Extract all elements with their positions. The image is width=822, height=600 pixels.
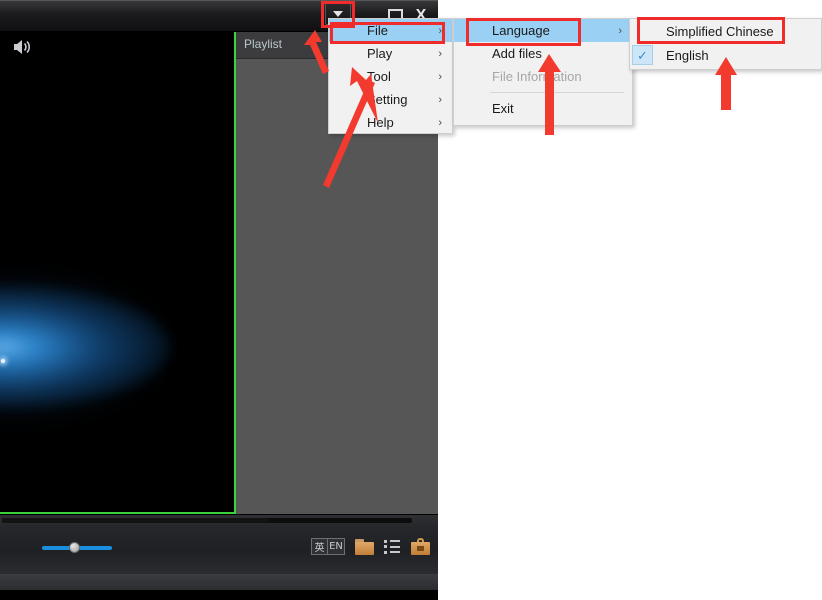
seek-bar-fill: [2, 518, 268, 523]
menu-item-file-information: File Information: [454, 65, 632, 88]
menu-item-label: File: [367, 23, 388, 38]
chevron-right-icon: ›: [438, 24, 442, 37]
screenshot-root: X Playlist 英 EN File › Play › Tool › Set…: [0, 0, 822, 600]
menu-item-simplified-chinese[interactable]: Simplified Chinese: [630, 19, 821, 43]
chevron-right-icon: ›: [438, 93, 442, 106]
toolbox-icon[interactable]: [411, 538, 430, 555]
chevron-down-icon: [333, 11, 343, 17]
seek-bar[interactable]: [2, 518, 412, 523]
menu-item-label: Language: [492, 23, 550, 38]
list-row: [384, 545, 401, 548]
menu-item-exit[interactable]: Exit: [454, 97, 632, 120]
menu-item-label: Help: [367, 115, 394, 130]
chevron-right-icon: ›: [438, 116, 442, 129]
language-submenu: Simplified Chinese ✓ English: [629, 18, 822, 70]
main-menu: File › Play › Tool › Setting › Help ›: [328, 18, 453, 134]
language-switch-button[interactable]: 英 EN: [311, 538, 345, 555]
menu-item-label: Add files: [492, 46, 542, 61]
toolbox-body: [411, 542, 430, 555]
folder-body: [355, 541, 374, 555]
checkmark-icon: ✓: [632, 45, 653, 65]
ime-english-icon: EN: [328, 538, 345, 555]
menu-item-label: English: [666, 47, 709, 63]
menu-item-label: File Information: [492, 69, 582, 84]
video-glow-secondary: [0, 272, 170, 422]
menu-item-setting[interactable]: Setting ›: [329, 88, 452, 111]
menu-item-label: Exit: [492, 101, 514, 116]
playlist-title: Playlist: [244, 37, 283, 51]
playlist-toggle-icon[interactable]: [384, 539, 401, 554]
chevron-right-icon: ›: [438, 70, 442, 83]
menu-item-add-files[interactable]: Add files: [454, 42, 632, 65]
list-row: [384, 539, 401, 543]
video-surface: [0, 32, 234, 512]
chevron-right-icon: ›: [618, 24, 622, 37]
open-folder-icon[interactable]: [355, 538, 374, 555]
menu-item-language[interactable]: Language ›: [454, 19, 632, 42]
video-area[interactable]: [0, 32, 236, 514]
menu-item-label: Simplified Chinese: [666, 23, 774, 39]
menu-item-tool[interactable]: Tool ›: [329, 65, 452, 88]
menu-item-file[interactable]: File ›: [329, 19, 452, 42]
ime-chinese-icon: 英: [311, 538, 328, 555]
menu-item-label: Tool: [367, 69, 391, 84]
menu-item-label: Play: [367, 46, 393, 61]
menu-item-label: Setting: [367, 92, 408, 107]
volume-knob[interactable]: [69, 542, 80, 553]
speaker-icon[interactable]: [12, 38, 34, 56]
file-submenu: Language › Add files File Information Ex…: [453, 18, 633, 126]
menu-item-play[interactable]: Play ›: [329, 42, 452, 65]
window-bottom-strip-inner: [0, 574, 438, 590]
list-row: [384, 550, 401, 554]
controls-right-icons: 英 EN: [311, 538, 430, 555]
window-bottom-strip: [0, 574, 438, 600]
menu-item-english[interactable]: ✓ English: [630, 43, 821, 67]
menu-item-help[interactable]: Help ›: [329, 111, 452, 134]
chevron-right-icon: ›: [438, 47, 442, 60]
menu-separator: [490, 92, 624, 93]
video-highlight-dot: [1, 359, 5, 363]
